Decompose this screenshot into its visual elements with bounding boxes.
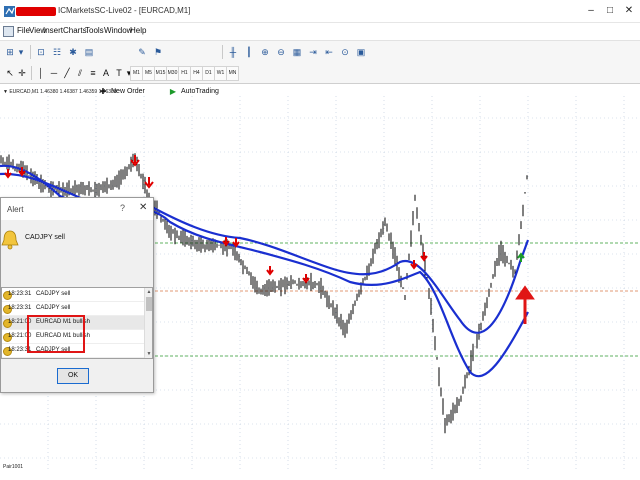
vertical-line-icon[interactable]: │ [34,66,48,80]
menu-window[interactable]: Window [104,26,132,35]
window-title: ICMarketsSC-Live02 - [EURCAD,M1] [58,6,191,15]
alert-dialog: Alert ? ✕ CADJPY sell 18:23:31 CADJPY se… [0,197,154,393]
standard-toolbar: ⊞ ▾ ⊡ ☷ ✱ ▤ ✚ New Order ✎ ⚑ ▶ AutoTradin… [0,40,640,96]
horizontal-line-icon[interactable]: ─ [47,66,61,80]
scroll-down-icon[interactable]: ▼ [145,350,152,358]
alert-message: CADJPY sell [25,234,65,241]
drawing-toolbar: ↖ ✛ │ ─ ╱ ⫽ ≡ A T ▾ [0,63,640,84]
ok-button[interactable]: OK [57,368,89,384]
fibonacci-icon[interactable]: ≡ [86,66,100,80]
zoom-in-icon[interactable]: ⊕ [258,45,272,59]
chart-bottom-label: Pair1001 [3,464,23,470]
menu-bar: File View Insert Charts Tools Window Hel… [0,23,640,39]
help-button[interactable]: ? [120,203,125,213]
navigator-icon[interactable]: ✱ [66,45,80,59]
crosshair-icon[interactable]: ✛ [15,66,29,80]
alert-list-scrollbar[interactable]: ▲ ▼ [144,288,152,358]
menu-insert[interactable]: Insert [43,26,63,35]
timeframe-mn[interactable]: MN [226,66,239,81]
dropdown-arrow-icon[interactable]: ▾ [14,45,28,59]
app-icon [4,6,15,17]
data-window-icon[interactable]: ☷ [50,45,64,59]
chart-shift-icon[interactable]: ⇤ [322,45,336,59]
channel-icon[interactable]: ⫽ [73,66,87,80]
menu-tools[interactable]: Tools [85,26,104,35]
text-tool-icon[interactable]: A [99,66,113,80]
alert-title-bar: Alert ? ✕ [1,198,153,220]
menu-charts[interactable]: Charts [63,26,87,35]
tile-windows-icon[interactable]: ▦ [290,45,304,59]
menu-file[interactable]: File [17,26,30,35]
highlight-up-arrow [515,285,535,324]
highlight-box [27,315,85,353]
maximize-button[interactable]: □ [601,3,619,18]
minimize-button[interactable]: – [582,3,600,18]
market-watch-icon[interactable]: ⊡ [34,45,48,59]
bell-icon [1,230,19,250]
terminal-icon[interactable]: ▤ [82,45,96,59]
candlestick-icon[interactable]: ┃ [242,45,256,59]
menu-help[interactable]: Help [130,26,146,35]
templates-icon[interactable]: ▣ [354,45,368,59]
indicators-icon[interactable]: ⊙ [338,45,352,59]
redacted-account [16,7,56,16]
strategy-tester-icon[interactable]: ⚑ [151,45,165,59]
alert-title: Alert [7,205,24,214]
chart-window-icon[interactable] [3,26,14,37]
title-bar: ICMarketsSC-Live02 - [EURCAD,M1] – □ ✕ [0,0,640,23]
alert-row[interactable]: 18:23:31 CADJPY sell [2,288,144,302]
bar-chart-icon[interactable]: ╫ [226,45,240,59]
chart-info-label: ▼ EURCAD,M1 1.46380 1.46387 1.46359 1.46… [3,89,117,95]
alert-row[interactable]: 18:23:31 CADJPY sell [2,302,144,316]
alert-close-button[interactable]: ✕ [139,202,147,213]
auto-scroll-icon[interactable]: ⇥ [306,45,320,59]
metaeditor-icon[interactable]: ✎ [135,45,149,59]
scroll-thumb[interactable] [146,297,152,311]
scroll-up-icon[interactable]: ▲ [145,288,152,296]
zoom-out-icon[interactable]: ⊖ [274,45,288,59]
trendline-icon[interactable]: ╱ [60,66,74,80]
close-button[interactable]: ✕ [620,3,638,18]
buy-signal-arrow [517,252,525,262]
